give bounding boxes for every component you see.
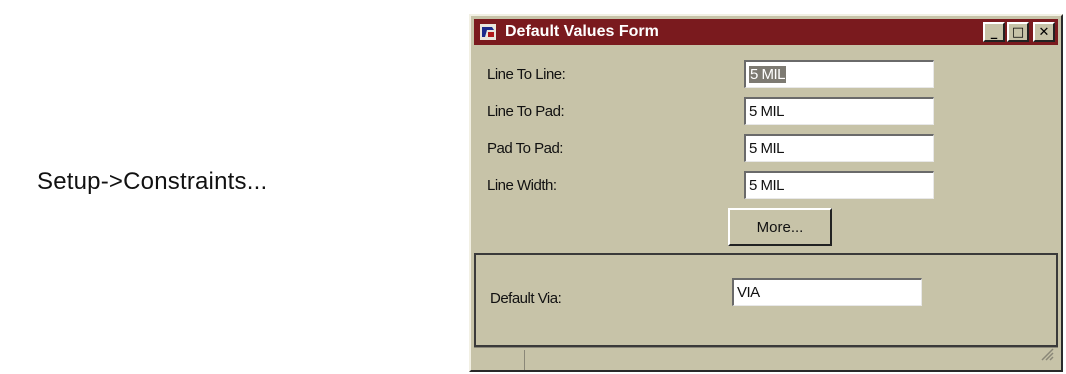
default-via-label: Default Via: <box>490 290 562 307</box>
line-to-pad-input[interactable]: 5 MIL <box>744 97 934 125</box>
line-to-line-value: 5 MIL <box>749 66 787 83</box>
default-via-input[interactable]: VIA <box>732 278 922 306</box>
status-divider <box>524 350 525 370</box>
status-bar <box>474 347 1058 370</box>
title-bar[interactable]: Default Values Form _ □ ✕ <box>474 19 1058 45</box>
line-to-line-label: Line To Line: <box>487 66 566 83</box>
row-line-width: Line Width: 5 MIL <box>487 171 947 199</box>
row-line-to-pad: Line To Pad: 5 MIL <box>487 97 947 125</box>
more-button[interactable]: More... <box>728 208 832 246</box>
caption: Setup->Constraints... <box>37 168 268 195</box>
pad-to-pad-input[interactable]: 5 MIL <box>744 134 934 162</box>
line-width-input[interactable]: 5 MIL <box>744 171 934 199</box>
line-to-line-input[interactable]: 5 MIL <box>744 60 934 88</box>
close-button[interactable]: ✕ <box>1033 22 1055 42</box>
line-to-pad-label: Line To Pad: <box>487 103 565 120</box>
pad-to-pad-label: Pad To Pad: <box>487 140 563 157</box>
window-title: Default Values Form <box>505 23 659 40</box>
row-line-to-line: Line To Line: 5 MIL <box>487 60 947 88</box>
resize-grip-icon[interactable] <box>1040 347 1054 366</box>
line-width-label: Line Width: <box>487 177 557 194</box>
maximize-button[interactable]: □ <box>1007 22 1029 42</box>
row-pad-to-pad: Pad To Pad: 5 MIL <box>487 134 947 162</box>
via-group: Default Via: VIA <box>474 253 1058 347</box>
app-icon <box>479 23 497 41</box>
default-values-window: Default Values Form _ □ ✕ Line To Line: … <box>469 14 1063 372</box>
minimize-button[interactable]: _ <box>983 22 1005 42</box>
